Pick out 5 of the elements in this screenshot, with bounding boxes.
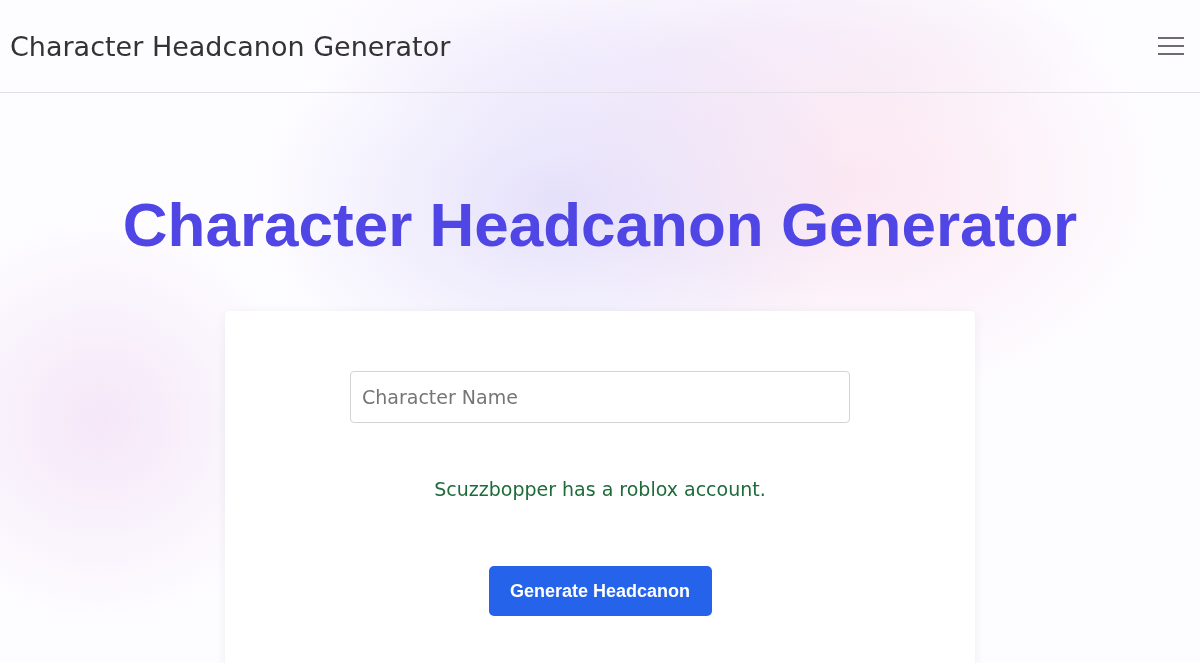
site-title: Character Headcanon Generator — [10, 30, 451, 62]
headcanon-result: Scuzzbopper has a roblox account. — [434, 477, 766, 501]
character-name-field[interactable]: Character Name — [350, 371, 850, 423]
generate-button[interactable]: Generate Headcanon — [488, 566, 712, 616]
page-heading: Character Headcanon Generator — [122, 189, 1078, 261]
